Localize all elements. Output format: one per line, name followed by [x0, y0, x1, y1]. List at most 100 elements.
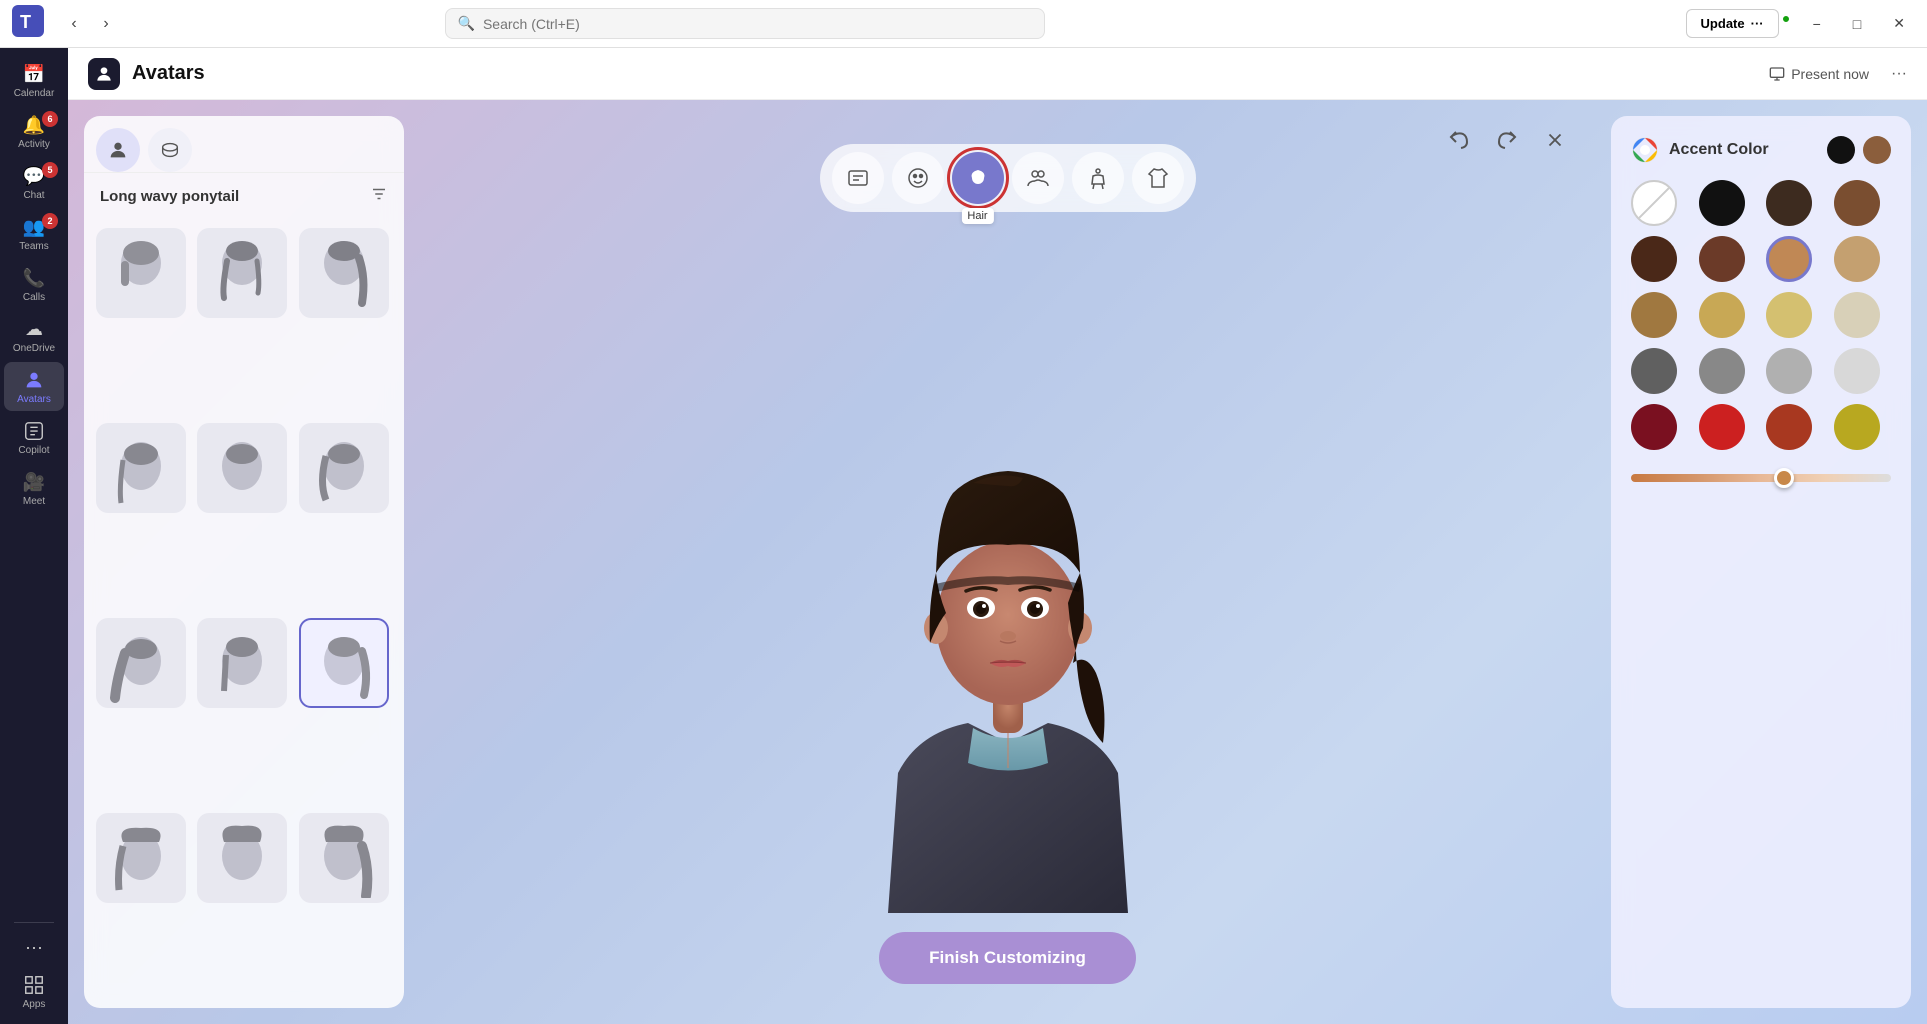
color-swatch-auburn[interactable]	[1766, 404, 1812, 450]
activity-badge: 6	[42, 111, 58, 127]
hair-style-item[interactable]	[96, 813, 186, 903]
hair-style-name: Long wavy ponytail	[100, 188, 239, 205]
editor-controls	[1439, 120, 1575, 160]
color-swatch-lightgold[interactable]	[1699, 292, 1745, 338]
hair-style-item[interactable]	[299, 423, 389, 513]
category-face-button[interactable]	[892, 152, 944, 204]
hair-style-item[interactable]	[197, 228, 287, 318]
accent-color-label: Accent Color	[1669, 141, 1769, 159]
category-hair-button[interactable]: Hair	[952, 152, 1004, 204]
accent-swatch-black[interactable]	[1827, 136, 1855, 164]
color-swatch-chocbrown[interactable]	[1699, 236, 1745, 282]
category-groups-button[interactable]	[1012, 152, 1064, 204]
titlebar-right: Update ··· − □ ✕	[1686, 9, 1915, 38]
accent-swatches	[1827, 136, 1891, 164]
color-swatch-mediumbrown[interactable]	[1834, 180, 1880, 226]
color-slider[interactable]	[1631, 474, 1891, 482]
back-button[interactable]: ‹	[60, 10, 88, 38]
sidebar-item-more[interactable]: ···	[4, 929, 64, 965]
hair-style-item[interactable]	[96, 228, 186, 318]
sidebar-label-calendar: Calendar	[14, 88, 55, 99]
redo-button[interactable]	[1487, 120, 1527, 160]
sidebar-item-avatars[interactable]: Avatars	[4, 362, 64, 411]
filter-button[interactable]	[370, 185, 388, 208]
close-editor-button[interactable]	[1535, 120, 1575, 160]
color-grid	[1631, 180, 1891, 450]
avatar-center: Hair	[420, 100, 1595, 1024]
color-swatch-darkred[interactable]	[1631, 404, 1677, 450]
close-button[interactable]: ✕	[1883, 11, 1915, 36]
color-swatch-darkgray[interactable]	[1631, 348, 1677, 394]
hair-panel-tabs	[84, 116, 404, 173]
avatar-editor: Long wavy ponytail	[68, 100, 1927, 1024]
search-input[interactable]	[483, 16, 1032, 32]
maximize-button[interactable]: □	[1843, 12, 1871, 36]
header-right: Present now ···	[1759, 60, 1907, 88]
svg-text:T: T	[20, 12, 31, 32]
more-icon: ···	[22, 935, 46, 959]
color-swatch-lightgray[interactable]	[1766, 348, 1812, 394]
category-outfit-button[interactable]	[1132, 152, 1184, 204]
sidebar-item-copilot[interactable]: Copilot	[4, 413, 64, 462]
color-swatch-dirtygold[interactable]	[1834, 404, 1880, 450]
content-header: Avatars Present now ···	[68, 48, 1927, 100]
update-button[interactable]: Update ···	[1686, 9, 1779, 38]
sidebar-label-copilot: Copilot	[18, 445, 49, 456]
hair-style-item[interactable]	[197, 813, 287, 903]
header-more-button[interactable]: ···	[1891, 65, 1907, 83]
search-bar[interactable]: 🔍	[445, 8, 1045, 39]
sidebar-label-teams: Teams	[19, 241, 48, 252]
color-swatch-goldenbrown[interactable]	[1631, 292, 1677, 338]
sidebar-item-onedrive[interactable]: ☁ OneDrive	[4, 311, 64, 360]
color-swatch-none[interactable]	[1631, 180, 1677, 226]
sidebar-item-chat[interactable]: 💬 5 Chat	[4, 158, 64, 207]
hair-style-item[interactable]	[299, 813, 389, 903]
sidebar-label-chat: Chat	[23, 190, 44, 201]
hair-style-item[interactable]	[299, 228, 389, 318]
color-swatch-sandybrown[interactable]	[1834, 236, 1880, 282]
sidebar: 📅 Calendar 🔔 6 Activity 💬 5 Chat 👥 2 Tea…	[0, 48, 68, 1024]
hair-style-item[interactable]	[96, 618, 186, 708]
sidebar-item-activity[interactable]: 🔔 6 Activity	[4, 107, 64, 156]
sidebar-item-calendar[interactable]: 📅 Calendar	[4, 56, 64, 105]
color-swatch-darkchoc[interactable]	[1631, 236, 1677, 282]
sidebar-label-meet: Meet	[23, 496, 45, 507]
color-swatch-warmtan[interactable]	[1766, 236, 1812, 282]
hair-tab-accessories[interactable]	[148, 128, 192, 172]
color-swatch-darkbrown[interactable]	[1766, 180, 1812, 226]
calendar-icon: 📅	[22, 62, 46, 86]
hair-category-label: Hair	[961, 208, 993, 224]
color-swatch-platblonde[interactable]	[1834, 292, 1880, 338]
sidebar-label-activity: Activity	[18, 139, 50, 150]
forward-button[interactable]: ›	[92, 10, 120, 38]
undo-button[interactable]	[1439, 120, 1479, 160]
color-swatch-white[interactable]	[1834, 348, 1880, 394]
color-swatch-brightred[interactable]	[1699, 404, 1745, 450]
category-reactions-button[interactable]	[832, 152, 884, 204]
color-swatch-medgray[interactable]	[1699, 348, 1745, 394]
sidebar-item-calls[interactable]: 📞 Calls	[4, 260, 64, 309]
accent-swatch-brown[interactable]	[1863, 136, 1891, 164]
sidebar-divider	[14, 922, 54, 923]
onedrive-icon: ☁	[22, 317, 46, 341]
finish-customizing-button[interactable]: Finish Customizing	[879, 932, 1136, 984]
content-header-left: Avatars	[88, 58, 205, 90]
hair-tab-on[interactable]	[96, 128, 140, 172]
sidebar-label-calls: Calls	[23, 292, 45, 303]
hair-style-item[interactable]	[96, 423, 186, 513]
hair-style-item-selected[interactable]	[299, 618, 389, 708]
color-swatch-warmblonde[interactable]	[1766, 292, 1812, 338]
sidebar-item-meet[interactable]: 🎥 Meet	[4, 464, 64, 513]
sidebar-item-teams[interactable]: 👥 2 Teams	[4, 209, 64, 258]
sidebar-item-apps[interactable]: Apps	[4, 967, 64, 1016]
calls-icon: 📞	[22, 266, 46, 290]
color-swatch-black[interactable]	[1699, 180, 1745, 226]
hair-style-item[interactable]	[197, 618, 287, 708]
category-body-button[interactable]	[1072, 152, 1124, 204]
sidebar-label-onedrive: OneDrive	[13, 343, 55, 354]
slider-thumb[interactable]	[1774, 468, 1794, 488]
color-panel-header: Accent Color	[1631, 136, 1891, 164]
hair-style-item[interactable]	[197, 423, 287, 513]
present-now-button[interactable]: Present now	[1759, 60, 1879, 88]
minimize-button[interactable]: −	[1803, 12, 1831, 36]
